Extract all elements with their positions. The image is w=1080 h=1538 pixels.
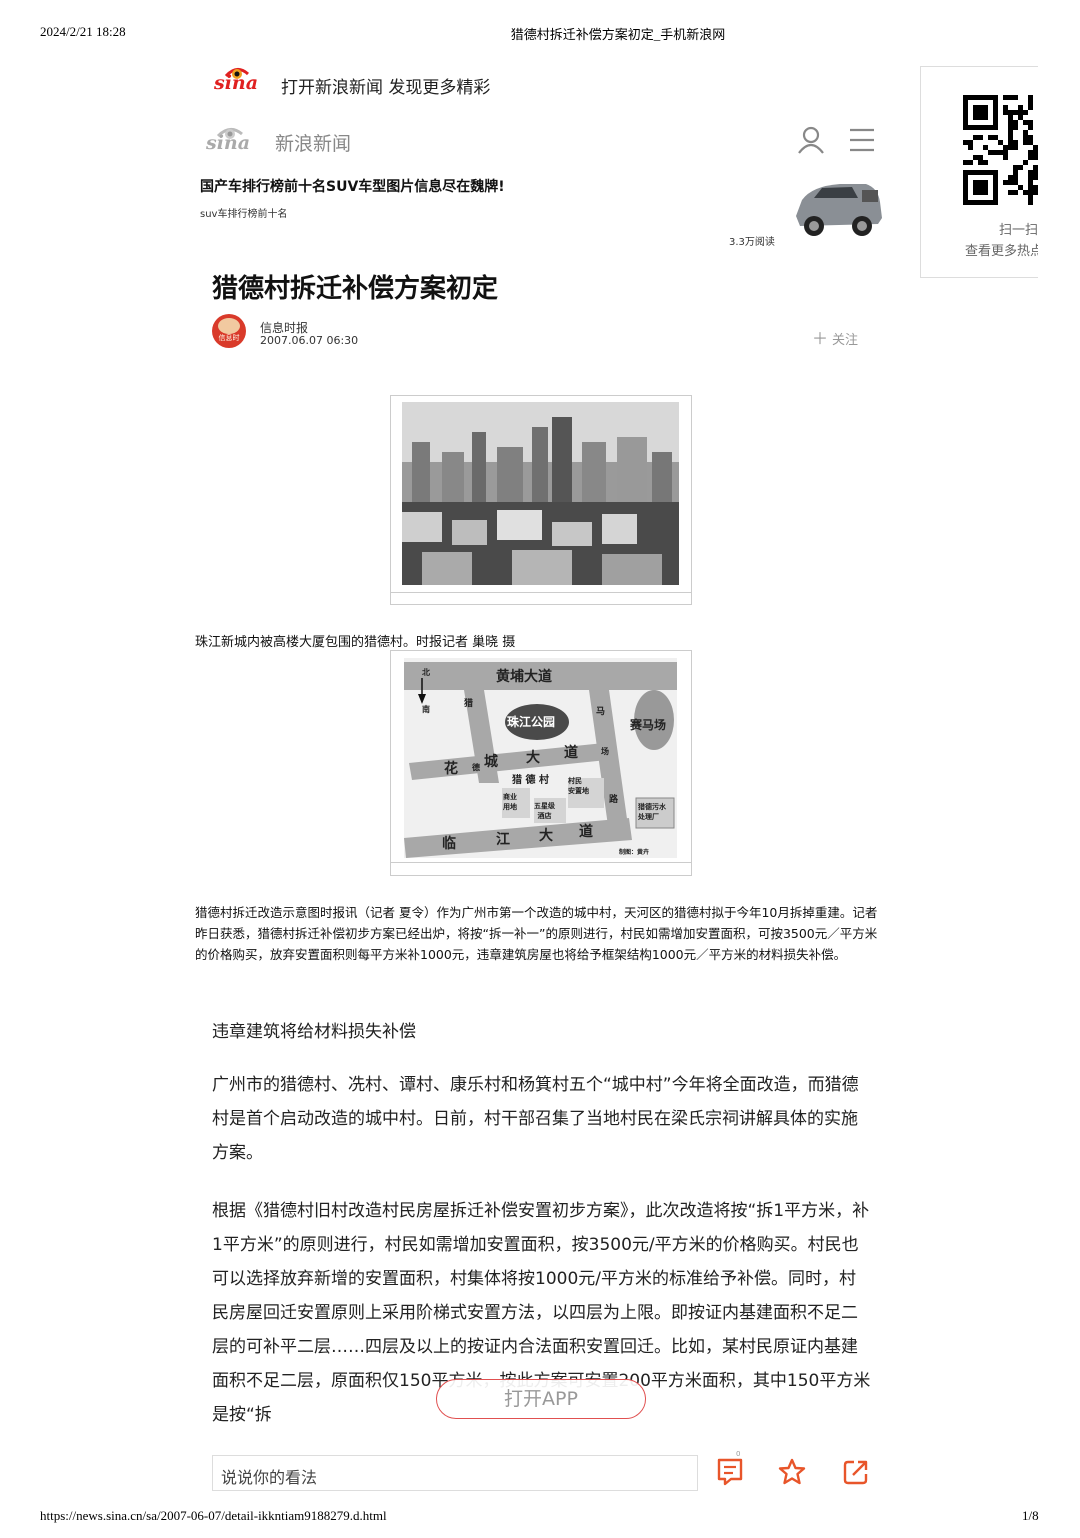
- sina-logo[interactable]: sina: [212, 62, 262, 102]
- map-park: 珠江公园: [507, 715, 556, 729]
- article-title: 猎德村拆迁补偿方案初定: [212, 274, 499, 304]
- map-de: 德: [472, 763, 480, 772]
- comment-input[interactable]: 说说你的看法: [212, 1455, 698, 1491]
- map-figure: 北 南 黄埔大道 珠江公园 赛马场 猎 马 场 花 城 德 大 道 猎 德 村 …: [390, 650, 692, 876]
- qr-label-more: 查看更多热点: [965, 244, 1044, 259]
- map-commercial: 商业 用地: [503, 793, 517, 811]
- photo-figure: [390, 395, 692, 605]
- print-page-title: 猎德村拆迁补偿方案初定_手机新浪网: [510, 27, 726, 42]
- map-lie: 猎: [464, 699, 474, 709]
- user-icon[interactable]: [796, 125, 826, 155]
- article-intro: 猎德村拆迁改造示意图时报讯（记者 夏令）作为广州市第一个改造的城中村，天河区的猎…: [195, 905, 878, 962]
- map-south: 南: [422, 705, 430, 714]
- map-dao: 道: [564, 745, 578, 761]
- map-ma: 马: [596, 707, 606, 717]
- village-photo[interactable]: [402, 402, 679, 585]
- avatar-text: 信息时: [218, 334, 240, 342]
- author-avatar[interactable]: 信息时: [212, 314, 246, 348]
- nav-logo-text: sina: [206, 132, 251, 154]
- map-da: 大: [526, 750, 540, 766]
- map-cheng: 城: [484, 754, 498, 770]
- map-hotel: 五星级 酒店: [534, 802, 555, 820]
- favorite-star-icon[interactable]: [777, 1457, 807, 1487]
- map-racecourse: 赛马场: [630, 718, 667, 732]
- map-huangpu-road: 黄埔大道: [496, 669, 552, 685]
- map-north: 北: [422, 668, 430, 677]
- sina-logo-text: sina: [214, 72, 259, 94]
- article-para-1: 广州市的猎德村、冼村、谭村、康乐村和杨箕村五个“城中村”今年将全面改造，而猎德村…: [212, 1075, 859, 1163]
- publish-date: 2007.06.07 06:30: [260, 334, 359, 347]
- ad-read-count: 3.3万阅读: [729, 237, 775, 248]
- map-hua: 花: [444, 761, 458, 777]
- map-liedecun: 猎 德 村: [512, 775, 549, 786]
- ad-title[interactable]: 国产车排行榜前十名SUV车型图片信息尽在魏牌!: [200, 176, 505, 196]
- comment-icon[interactable]: [716, 1457, 744, 1487]
- promo-banner-text[interactable]: 打开新浪新闻 发现更多精彩: [281, 73, 490, 98]
- area-map[interactable]: 北 南 黄埔大道 珠江公园 赛马场 猎 马 场 花 城 德 大 道 猎 德 村 …: [404, 658, 677, 858]
- follow-label: 关注: [832, 333, 859, 348]
- follow-button[interactable]: ＋关注: [812, 325, 858, 349]
- nav-sina-logo[interactable]: sina: [204, 122, 256, 160]
- qr-label-scan: 扫一扫: [999, 223, 1039, 238]
- map-lu: 路: [609, 795, 619, 805]
- article-subhead: 违章建筑将给材料损失补偿: [212, 1022, 416, 1042]
- comment-placeholder: 说说你的看法: [221, 1468, 318, 1487]
- share-icon[interactable]: [842, 1458, 870, 1486]
- map-linjiang-da: 大: [539, 828, 553, 844]
- plus-icon: ＋: [812, 329, 829, 348]
- ad-subtitle[interactable]: suv车排行榜前十名: [200, 205, 287, 220]
- ad-car-image[interactable]: [792, 176, 884, 242]
- map-lin: 临: [442, 836, 456, 852]
- print-url: https://news.sina.cn/sa/2007-06-07/detai…: [40, 1508, 387, 1523]
- sidebar-clip: [1038, 60, 1080, 290]
- menu-icon[interactable]: [848, 127, 876, 153]
- map-villager-land: 村民 安置地: [568, 777, 589, 795]
- photo-caption: 珠江新城内被高楼大厦包围的猎德村。时报记者 巢晓 摄: [195, 635, 516, 650]
- map-chang: 场: [601, 747, 609, 756]
- map-credit: 制图：黄卉: [619, 849, 650, 856]
- map-linjiang-dao: 道: [579, 824, 593, 840]
- nav-title[interactable]: 新浪新闻: [275, 129, 351, 156]
- map-jiang: 江: [496, 832, 510, 848]
- map-sewage-plant: 猎德污水 处理厂: [638, 803, 666, 821]
- print-page-number: 1/8: [1022, 1508, 1039, 1523]
- open-app-button[interactable]: 打开APP: [436, 1379, 646, 1419]
